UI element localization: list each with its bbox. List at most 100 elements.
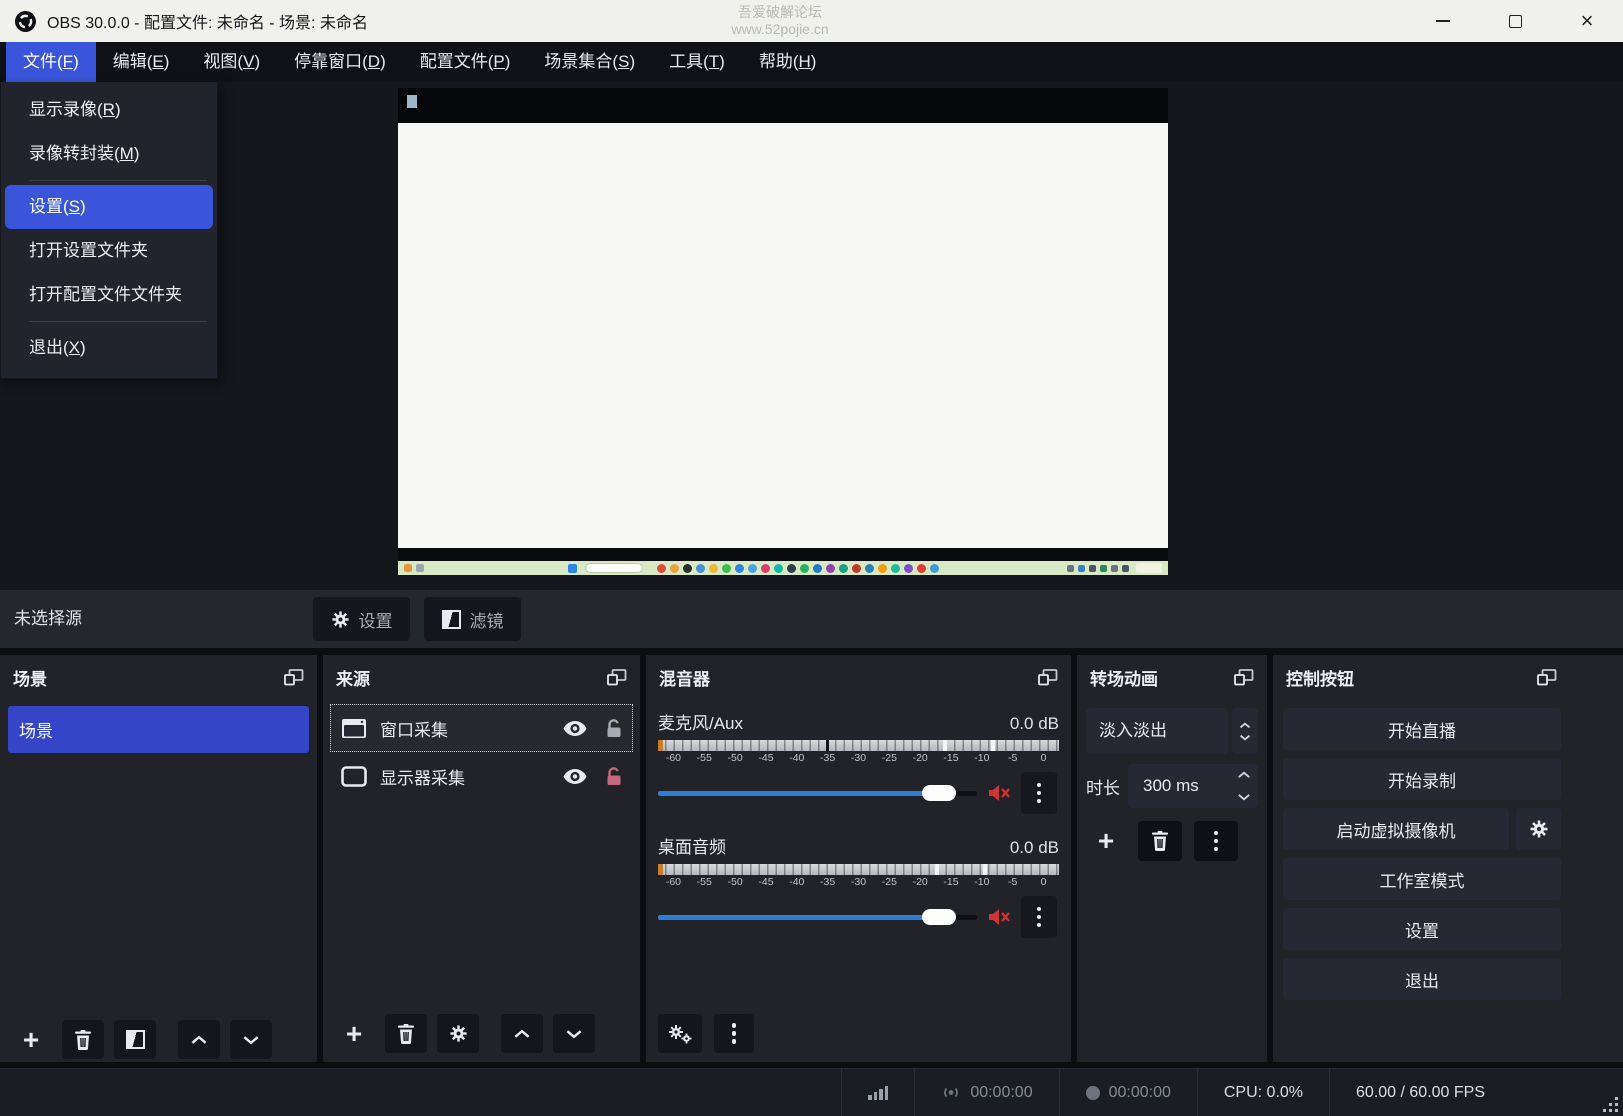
file-menu-open-settings-folder[interactable]: 打开设置文件夹	[1, 229, 217, 273]
add-scene-button[interactable]: +	[10, 1020, 52, 1059]
controls-dock-title: 控制按钮	[1286, 665, 1354, 690]
source-filters-button[interactable]: 滤镜	[424, 597, 521, 641]
move-scene-down-button[interactable]	[230, 1020, 272, 1059]
menu-profile[interactable]: 配置文件(P)	[403, 42, 528, 82]
resize-grip[interactable]	[1602, 1096, 1618, 1112]
menu-view[interactable]: 视图(V)	[186, 42, 277, 82]
add-transition-button[interactable]: +	[1086, 821, 1126, 861]
move-source-up-button[interactable]	[501, 1014, 543, 1053]
popout-icon[interactable]	[607, 669, 627, 686]
file-menu-open-profile-folder[interactable]: 打开配置文件文件夹	[1, 273, 217, 317]
file-menu-exit[interactable]: 退出(X)	[1, 326, 217, 370]
source-name: 显示器采集	[380, 764, 465, 789]
gears-icon	[668, 1024, 692, 1044]
menu-tools[interactable]: 工具(T)	[652, 42, 742, 82]
remove-scene-button[interactable]	[62, 1020, 104, 1059]
captured-search-box	[585, 563, 643, 573]
meter-scale: -60-55-50-45-40-35-30-25-20-15-10-50	[658, 752, 1059, 764]
exit-button[interactable]: 退出	[1283, 958, 1561, 1000]
minimize-button[interactable]	[1407, 0, 1479, 42]
maximize-icon	[1509, 15, 1522, 28]
scenes-dock-title: 场景	[13, 665, 47, 690]
volume-slider-handle[interactable]	[922, 785, 956, 801]
volume-slider[interactable]	[658, 784, 977, 802]
broadcast-icon	[941, 1085, 961, 1100]
duration-spinbox[interactable]: 300 ms	[1128, 764, 1258, 808]
remove-source-button[interactable]	[385, 1014, 427, 1053]
visibility-eye-icon[interactable]	[563, 769, 587, 784]
move-scene-up-button[interactable]	[178, 1020, 220, 1059]
volume-slider-handle[interactable]	[922, 909, 956, 925]
captured-window-strip	[398, 548, 1168, 561]
menu-bar: 文件(F) 编辑(E) 视图(V) 停靠窗口(D) 配置文件(P) 场景集合(S…	[0, 42, 1623, 82]
filter-icon	[126, 1030, 145, 1049]
no-source-selected-label: 未选择源	[14, 590, 82, 648]
popout-icon[interactable]	[284, 669, 304, 686]
move-source-down-button[interactable]	[553, 1014, 595, 1053]
watermark: 吾爱破解论坛 www.52pojie.cn	[690, 4, 870, 38]
start-virtual-camera-button[interactable]: 启动虚拟摄像机	[1283, 808, 1509, 850]
channel-options-button[interactable]	[1021, 772, 1057, 814]
menu-help[interactable]: 帮助(H)	[742, 42, 834, 82]
mute-speaker-icon[interactable]	[987, 907, 1011, 927]
mute-speaker-icon[interactable]	[987, 783, 1011, 803]
transition-select-spinner[interactable]	[1232, 708, 1258, 754]
volume-meter	[658, 864, 1059, 875]
studio-mode-button[interactable]: 工作室模式	[1283, 858, 1561, 900]
duration-spin-arrows[interactable]	[1237, 764, 1251, 808]
maximize-button[interactable]	[1479, 0, 1551, 42]
visibility-eye-icon[interactable]	[563, 721, 587, 736]
connection-status-cell	[842, 1069, 914, 1116]
chevron-down-icon	[565, 1029, 583, 1039]
transition-options-button[interactable]	[1194, 821, 1238, 861]
virtual-camera-settings-button[interactable]	[1516, 808, 1561, 850]
lock-icon[interactable]	[606, 718, 622, 739]
popout-icon[interactable]	[1038, 669, 1058, 686]
mixer-options-button[interactable]	[714, 1014, 754, 1053]
menu-scene-collection[interactable]: 场景集合(S)	[527, 42, 652, 82]
sources-toolbar: +	[333, 1014, 595, 1053]
scene-filters-button[interactable]	[114, 1020, 156, 1059]
trash-icon	[74, 1030, 92, 1050]
mixer-toolbar	[658, 1014, 754, 1053]
cpu-usage-cell: CPU: 0.0%	[1198, 1069, 1329, 1116]
channel-options-button[interactable]	[1021, 896, 1057, 938]
add-source-button[interactable]: +	[333, 1014, 375, 1053]
menu-docks[interactable]: 停靠窗口(D)	[277, 42, 403, 82]
scene-list-item[interactable]: 场景	[8, 706, 309, 753]
menu-file[interactable]: 文件(F)	[6, 42, 96, 82]
minimize-icon	[1436, 20, 1450, 22]
kebab-icon	[1037, 783, 1042, 804]
menu-edit[interactable]: 编辑(E)	[96, 42, 187, 82]
captured-window-body	[398, 123, 1168, 548]
popout-icon[interactable]	[1234, 669, 1254, 686]
source-properties-label: 设置	[359, 607, 393, 632]
file-menu-remux[interactable]: 录像转封装(M)	[1, 132, 217, 176]
record-timer: 00:00:00	[1109, 1084, 1171, 1102]
captured-window-titlebar	[398, 88, 1168, 123]
source-name: 窗口采集	[380, 716, 448, 741]
start-recording-button[interactable]: 开始录制	[1283, 758, 1561, 800]
signal-bars-icon	[868, 1085, 888, 1100]
lock-icon[interactable]	[606, 766, 622, 787]
settings-button[interactable]: 设置	[1283, 908, 1561, 950]
source-row-display-capture[interactable]: 显示器采集	[330, 752, 633, 800]
file-menu-show-recordings[interactable]: 显示录像(R)	[1, 88, 217, 132]
kebab-icon	[1037, 907, 1042, 928]
popout-icon[interactable]	[1537, 669, 1557, 686]
source-properties-button[interactable]: 设置	[313, 597, 410, 641]
kebab-icon	[732, 1023, 737, 1044]
source-row-window-capture[interactable]: 窗口采集	[330, 704, 633, 752]
start-streaming-button[interactable]: 开始直播	[1283, 708, 1561, 750]
file-menu-settings[interactable]: 设置(S)	[5, 185, 213, 229]
transition-select[interactable]: 淡入淡出	[1086, 708, 1228, 754]
fps-cell: 60.00 / 60.00 FPS	[1330, 1069, 1511, 1116]
close-button[interactable]: ×	[1551, 0, 1623, 42]
chevron-up-icon	[513, 1029, 531, 1039]
advanced-audio-button[interactable]	[658, 1014, 702, 1053]
source-properties-toolbar-button[interactable]	[437, 1014, 479, 1053]
volume-slider[interactable]	[658, 908, 977, 926]
obs-window: OBS 30.0.0 - 配置文件: 未命名 - 场景: 未命名 吾爱破解论坛 …	[0, 0, 1623, 1116]
remove-transition-button[interactable]	[1138, 821, 1182, 861]
preview-canvas[interactable]	[398, 88, 1168, 575]
